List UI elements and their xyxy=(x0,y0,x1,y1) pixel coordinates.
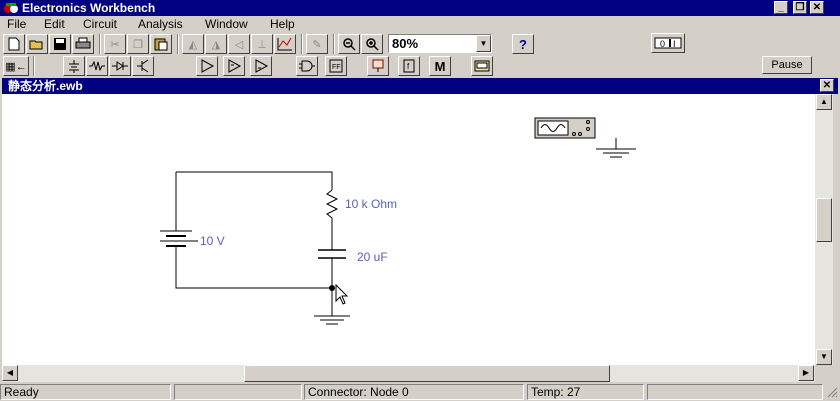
parts-bin-toggle-icon[interactable]: ▦← xyxy=(3,56,29,76)
menu-help[interactable]: Help xyxy=(270,16,295,33)
vertical-scrollbar[interactable]: ▲ ▼ xyxy=(815,94,833,365)
main-toolbar: ✂ ❐ ◭ ◮ ◁ ⊥ ✎ 80% ▼ ? 0I xyxy=(0,33,840,55)
horizontal-scrollbar[interactable]: ◀ ▶ xyxy=(2,365,815,382)
controls-bin-icon[interactable]: f xyxy=(398,56,420,76)
circuit-canvas[interactable]: 10 k Ohm 20 uF 10 V xyxy=(2,94,815,365)
indicators-bin-icon[interactable] xyxy=(367,56,389,76)
vertical-scroll-thumb[interactable] xyxy=(816,198,832,242)
status-ready: Ready xyxy=(0,384,171,400)
instruments-bin-icon[interactable] xyxy=(471,56,493,76)
copy-icon[interactable]: ❐ xyxy=(127,34,149,54)
save-icon[interactable] xyxy=(49,34,71,54)
svg-text:FF: FF xyxy=(332,64,341,71)
scroll-left-icon[interactable]: ◀ xyxy=(2,365,18,381)
battery[interactable] xyxy=(160,230,198,247)
capacitor-label: 20 uF xyxy=(357,250,388,264)
document-close-button[interactable]: ✕ xyxy=(820,79,834,92)
mixed-ics-bin-icon[interactable] xyxy=(223,56,245,76)
transistors-bin-icon[interactable] xyxy=(132,56,154,76)
flip-vertical-icon[interactable]: ◁ xyxy=(228,34,250,54)
print-icon[interactable] xyxy=(72,34,94,54)
restore-button[interactable]: ❐ xyxy=(793,1,807,14)
menu-window[interactable]: Window xyxy=(205,16,248,33)
graph-icon[interactable] xyxy=(274,34,296,54)
menu-edit[interactable]: Edit xyxy=(44,16,65,33)
status-bar: Ready Connector: Node 0 Temp: 27 xyxy=(0,383,840,400)
status-connector: Connector: Node 0 xyxy=(304,384,524,400)
resize-grip-icon[interactable] xyxy=(826,386,838,398)
parts-toolbar: ▦← FF f M Pause xyxy=(0,55,840,77)
node-connector[interactable] xyxy=(329,285,335,291)
menu-circuit[interactable]: Circuit xyxy=(83,16,117,33)
flip-horizontal-icon[interactable]: ◮ xyxy=(205,34,227,54)
resistor[interactable] xyxy=(325,189,339,220)
menu-bar: File Edit Circuit Analysis Window Help xyxy=(0,16,840,33)
zoom-out-icon[interactable] xyxy=(338,34,360,54)
close-button[interactable]: ✕ xyxy=(810,1,824,14)
digital-bin-icon[interactable]: FF xyxy=(325,56,347,76)
scrollbar-corner xyxy=(815,365,833,382)
power-switch-icon[interactable]: 0I xyxy=(651,33,685,53)
miscellaneous-bin-button[interactable]: M xyxy=(429,56,451,76)
pause-button[interactable]: Pause xyxy=(762,56,812,74)
document-title: 静态分析.ewb xyxy=(8,79,83,93)
zoom-select[interactable]: 80% ▼ xyxy=(388,34,492,53)
diodes-bin-icon[interactable] xyxy=(109,56,131,76)
digital-ics-bin-icon[interactable] xyxy=(250,56,272,76)
new-file-icon[interactable] xyxy=(3,34,25,54)
capacitor[interactable] xyxy=(318,249,346,259)
subcircuit-icon[interactable]: ⊥ xyxy=(251,34,273,54)
mouse-cursor-icon xyxy=(335,283,349,305)
app-title-bar: Electronics Workbench _ ❐ ✕ xyxy=(0,0,840,16)
function-generator-icon[interactable] xyxy=(534,117,596,139)
status-panel-empty xyxy=(174,384,302,400)
logic-gates-bin-icon[interactable] xyxy=(296,56,318,76)
status-temp: Temp: 27 xyxy=(527,384,644,400)
analog-ics-bin-icon[interactable] xyxy=(196,56,218,76)
help-button[interactable]: ? xyxy=(512,34,534,54)
resistor-label: 10 k Ohm xyxy=(345,197,397,211)
open-folder-icon[interactable] xyxy=(26,34,48,54)
component-properties-icon[interactable]: ✎ xyxy=(306,34,328,54)
svg-text:0: 0 xyxy=(660,39,665,49)
svg-text:I: I xyxy=(673,39,676,49)
zoom-value: 80% xyxy=(392,36,419,51)
rotate-icon[interactable]: ◭ xyxy=(182,34,204,54)
paste-icon[interactable] xyxy=(150,34,172,54)
app-title: Electronics Workbench xyxy=(22,1,156,15)
menu-analysis[interactable]: Analysis xyxy=(138,16,183,33)
document-title-bar: 静态分析.ewb ✕ xyxy=(2,78,838,94)
zoom-in-icon[interactable] xyxy=(361,34,383,54)
minimize-button[interactable]: _ xyxy=(774,1,788,14)
horizontal-scroll-thumb[interactable] xyxy=(244,365,610,382)
app-logo-icon xyxy=(4,3,18,13)
menu-file[interactable]: File xyxy=(7,16,26,33)
scroll-down-icon[interactable]: ▼ xyxy=(816,349,832,365)
status-panel-empty-2 xyxy=(647,384,823,400)
sources-bin-icon[interactable] xyxy=(63,56,85,76)
cut-icon[interactable]: ✂ xyxy=(104,34,126,54)
scroll-up-icon[interactable]: ▲ xyxy=(816,94,832,110)
ground-symbol[interactable] xyxy=(314,315,350,325)
chevron-down-icon[interactable]: ▼ xyxy=(476,35,491,52)
instrument-ground-symbol[interactable] xyxy=(596,138,636,158)
scroll-right-icon[interactable]: ▶ xyxy=(798,365,814,381)
battery-label: 10 V xyxy=(200,234,225,248)
svg-text:f: f xyxy=(407,62,410,71)
basic-bin-icon[interactable] xyxy=(86,56,108,76)
